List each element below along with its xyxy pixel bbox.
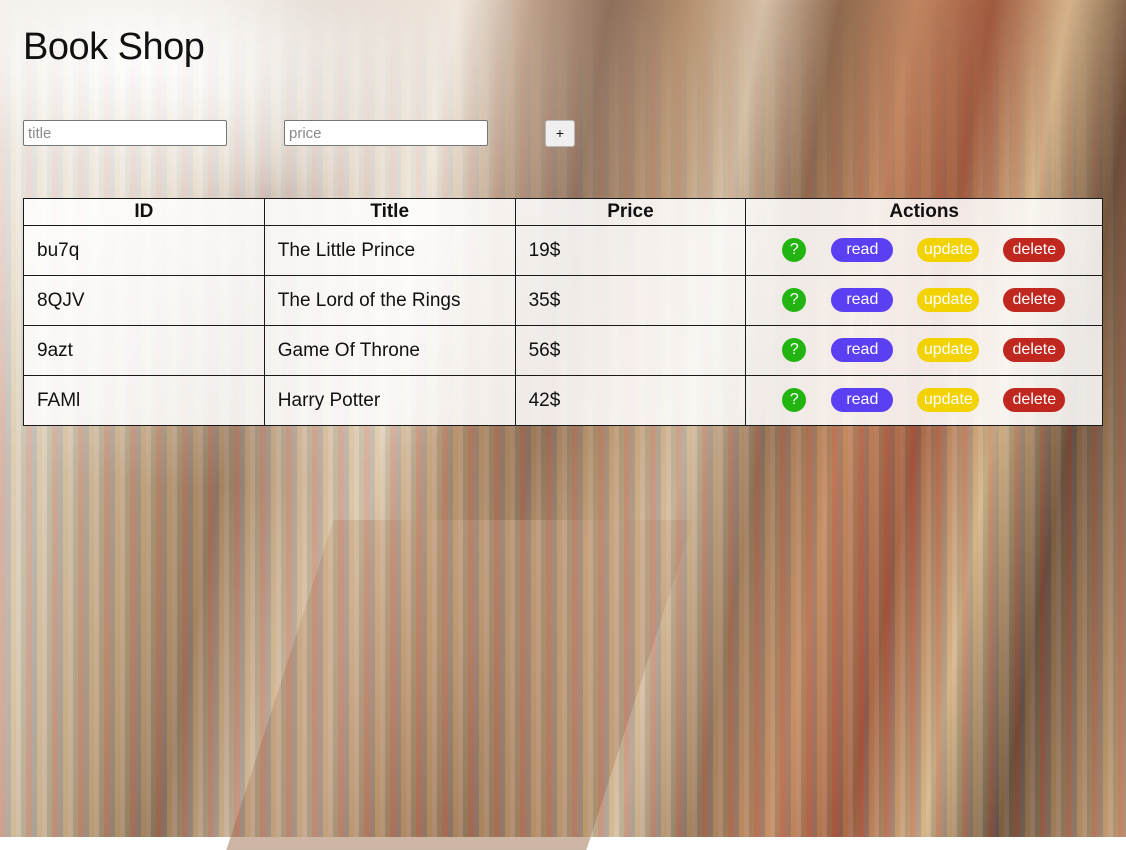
book-id: 9azt [23, 325, 265, 376]
column-header-id: ID [23, 198, 265, 226]
page-content: Book Shop + ID Title Price Actions bu7q … [0, 0, 1126, 837]
update-button[interactable]: update [917, 388, 980, 412]
row-actions: ? read update delete [745, 225, 1103, 276]
book-price: 35$ [514, 275, 747, 326]
read-button[interactable]: read [831, 238, 894, 262]
add-book-button[interactable]: + [545, 120, 575, 147]
book-price: 19$ [514, 225, 747, 276]
column-header-price: Price [514, 198, 747, 226]
update-button[interactable]: update [917, 238, 980, 262]
book-title: Game Of Throne [263, 325, 516, 376]
column-header-actions: Actions [745, 198, 1103, 226]
read-button[interactable]: read [831, 388, 894, 412]
update-button[interactable]: update [917, 288, 980, 312]
update-button[interactable]: update [917, 338, 980, 362]
row-actions: ? read update delete [745, 275, 1103, 326]
page-title: Book Shop [23, 26, 205, 68]
table-row: FAMl Harry Potter 42$ ? read update dele… [23, 375, 1103, 426]
row-actions: ? read update delete [745, 325, 1103, 376]
help-button[interactable]: ? [782, 238, 807, 262]
book-id: 8QJV [23, 275, 265, 326]
help-button[interactable]: ? [782, 288, 807, 312]
title-input[interactable] [23, 120, 227, 146]
table-row: 8QJV The Lord of the Rings 35$ ? read up… [23, 275, 1103, 326]
price-input[interactable] [284, 120, 488, 146]
book-id: FAMl [23, 375, 265, 426]
book-title: The Little Prince [263, 225, 516, 276]
read-button[interactable]: read [831, 288, 894, 312]
read-button[interactable]: read [831, 338, 894, 362]
book-price: 56$ [514, 325, 747, 376]
book-price: 42$ [514, 375, 747, 426]
table-header-row: ID Title Price Actions [23, 198, 1103, 226]
column-header-title: Title [263, 198, 516, 226]
delete-button[interactable]: delete [1003, 388, 1066, 412]
delete-button[interactable]: delete [1003, 288, 1066, 312]
book-title: Harry Potter [263, 375, 516, 426]
help-button[interactable]: ? [782, 388, 807, 412]
books-table: ID Title Price Actions bu7q The Little P… [23, 198, 1103, 426]
table-row: bu7q The Little Prince 19$ ? read update… [23, 225, 1103, 276]
table-row: 9azt Game Of Throne 56$ ? read update de… [23, 325, 1103, 376]
book-id: bu7q [23, 225, 265, 276]
help-button[interactable]: ? [782, 338, 807, 362]
delete-button[interactable]: delete [1003, 338, 1066, 362]
row-actions: ? read update delete [745, 375, 1103, 426]
book-title: The Lord of the Rings [263, 275, 516, 326]
delete-button[interactable]: delete [1003, 238, 1066, 262]
